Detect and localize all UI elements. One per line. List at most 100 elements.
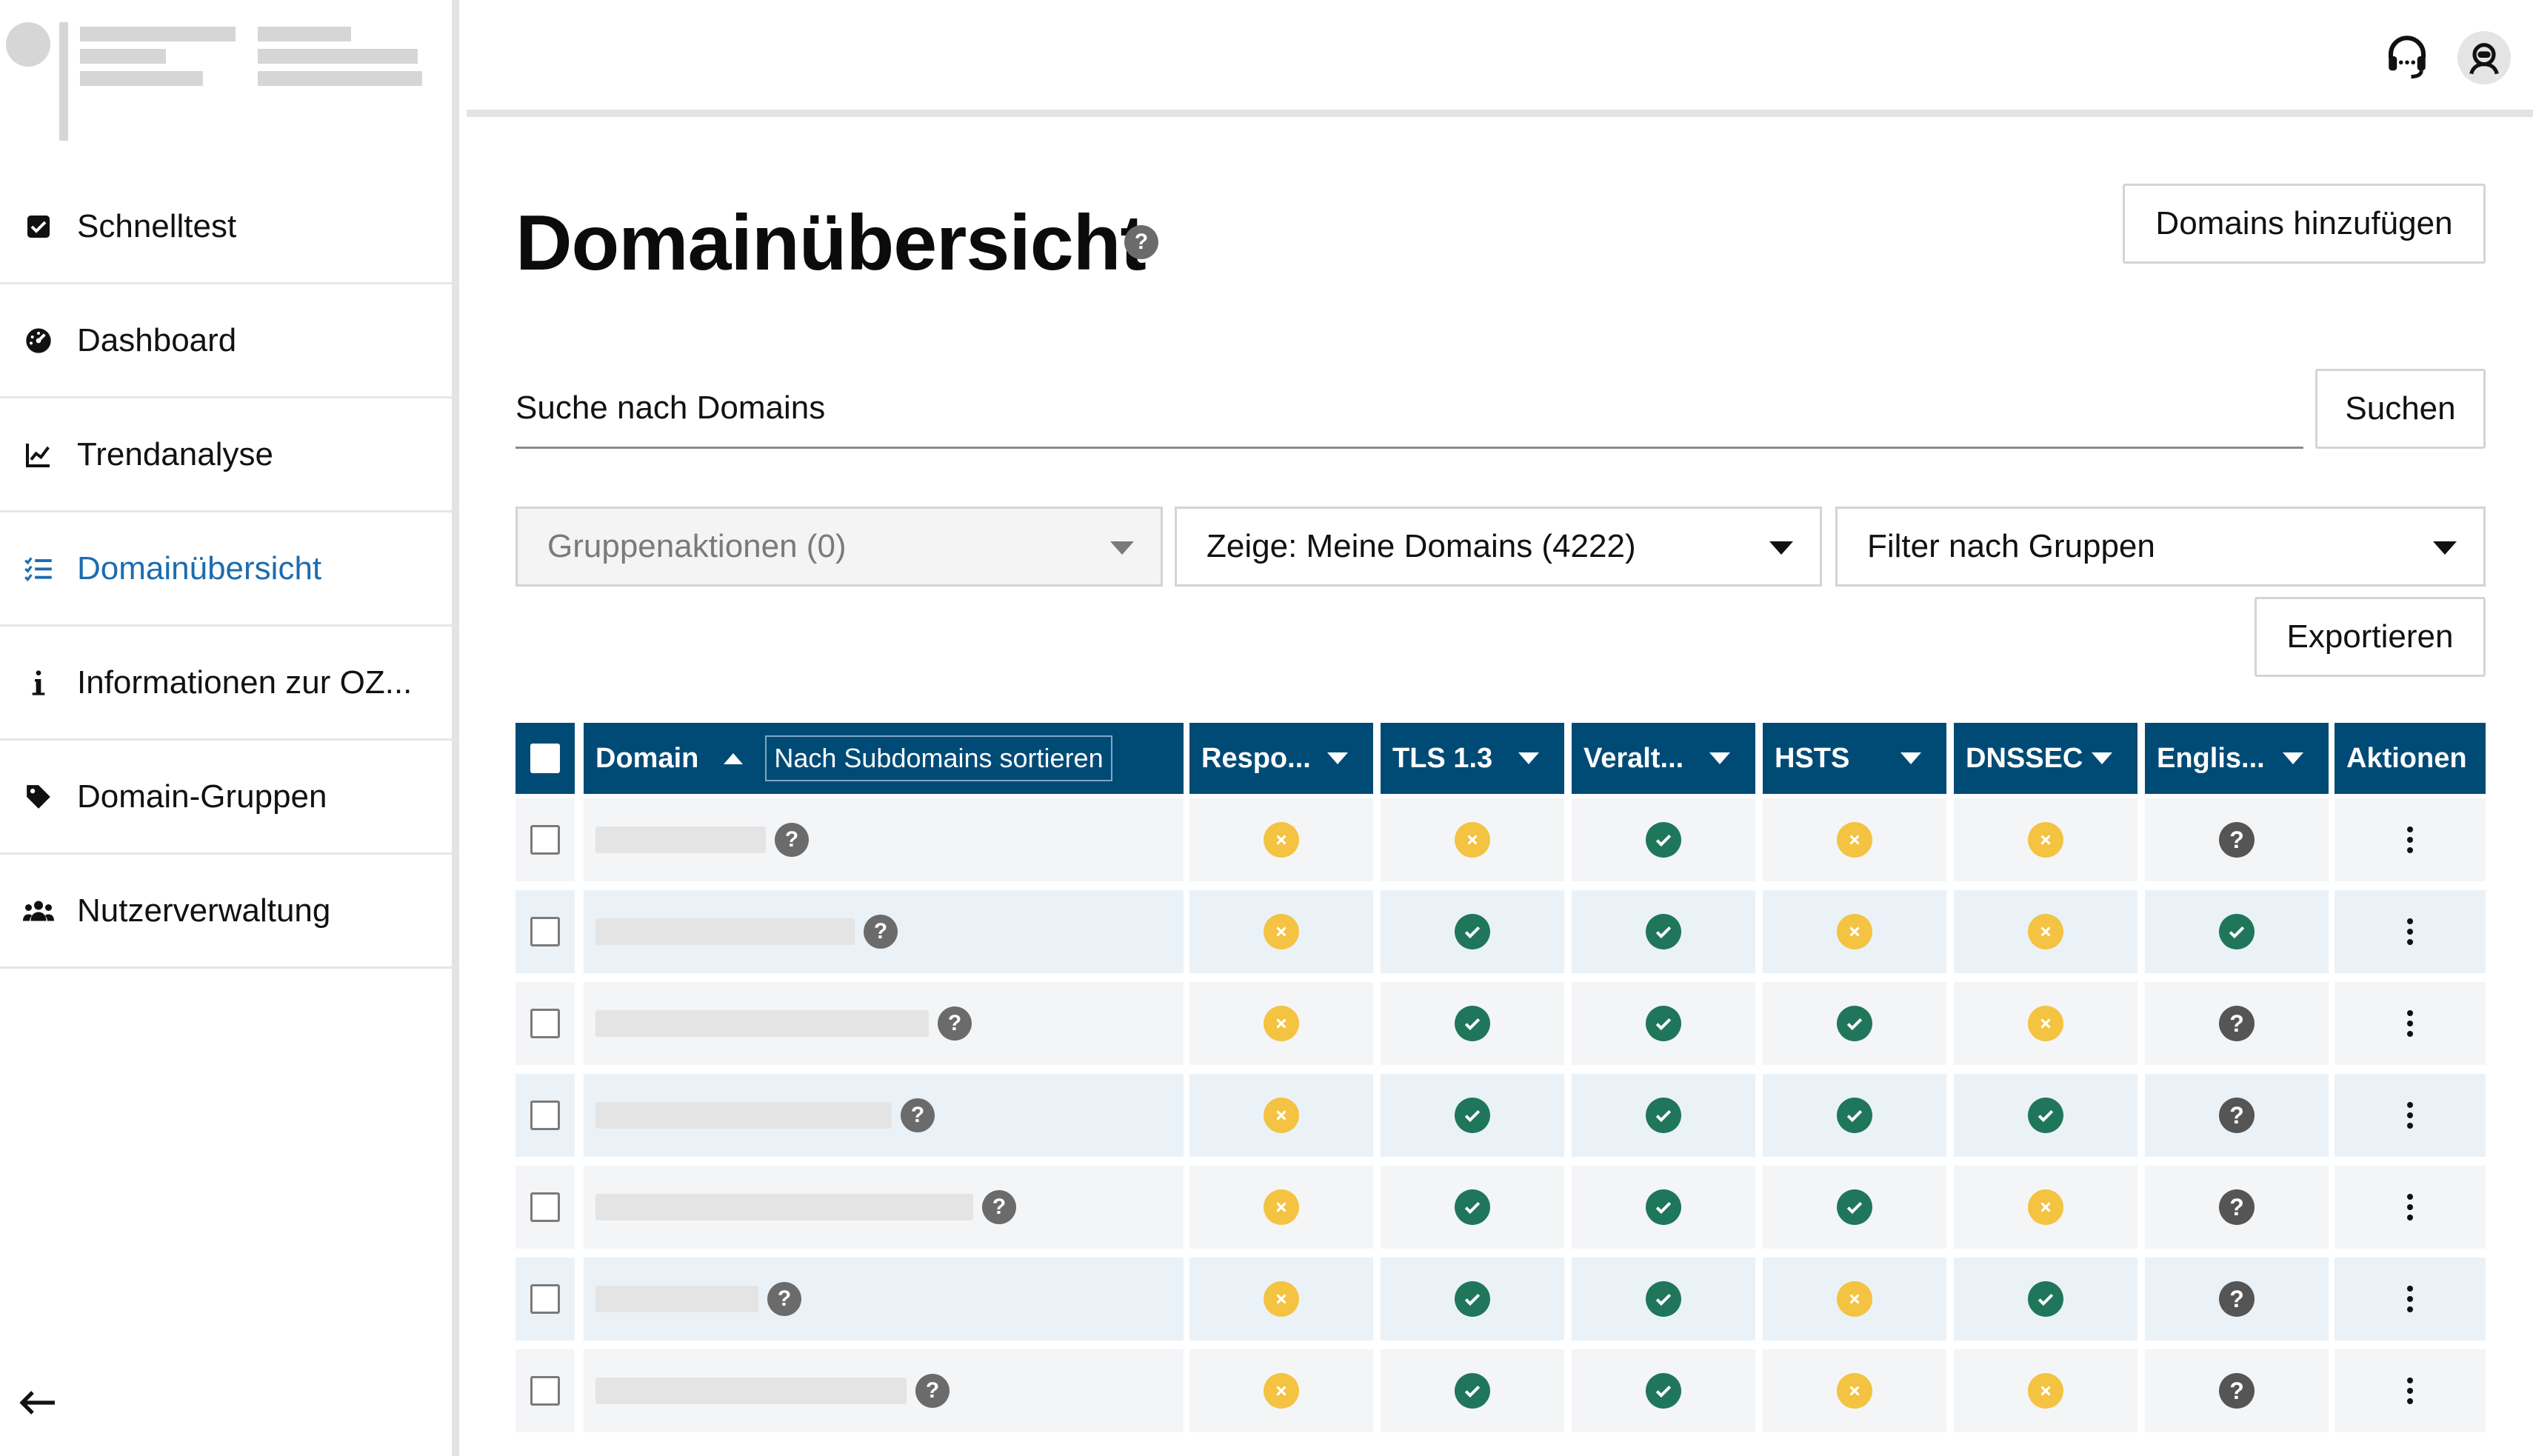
row-checkbox[interactable]	[530, 1101, 560, 1130]
search-button[interactable]: Suchen	[2315, 369, 2486, 449]
domain-help-icon[interactable]: ?	[915, 1374, 950, 1408]
x-circle-icon	[1264, 1281, 1299, 1317]
sidebar-item-schnelltest[interactable]: Schnelltest	[0, 170, 459, 284]
support-button[interactable]	[2379, 30, 2435, 86]
info-icon	[22, 667, 55, 699]
domain-help-icon[interactable]: ?	[938, 1006, 972, 1041]
check-circle-icon	[1646, 1281, 1681, 1317]
column-header-english[interactable]: Englis...	[2145, 723, 2329, 794]
domain-help-icon[interactable]: ?	[982, 1190, 1016, 1224]
check-circle-icon	[1837, 1098, 1872, 1133]
sidebar-item-dashboard[interactable]: Dashboard	[0, 284, 459, 398]
redacted-domain-name[interactable]	[595, 1102, 892, 1129]
row-checkbox[interactable]	[530, 1376, 560, 1406]
column-header-dnssec[interactable]: DNSSEC	[1954, 723, 2137, 794]
redacted-domain-name[interactable]	[595, 1286, 758, 1312]
status-cell	[1954, 1258, 2137, 1340]
add-domains-button[interactable]: Domains hinzufügen	[2123, 184, 2486, 264]
collapse-sidebar-button[interactable]	[15, 1382, 59, 1426]
user-menu-button[interactable]	[2456, 30, 2512, 86]
sidebar-item-nutzerverwaltung[interactable]: Nutzerverwaltung	[0, 855, 459, 969]
domain-cell: ?	[584, 1349, 1184, 1432]
row-checkbox[interactable]	[530, 825, 560, 855]
domain-help-icon[interactable]: ?	[901, 1098, 935, 1132]
more-vertical-icon[interactable]	[2395, 1185, 2425, 1229]
status-cell	[1572, 1258, 1755, 1340]
sidebar-item-label: Domainübersicht	[77, 550, 322, 587]
domain-help-icon[interactable]: ?	[767, 1282, 801, 1316]
row-checkbox[interactable]	[530, 1284, 560, 1314]
sidebar-item-domainuebersicht[interactable]: Domainübersicht	[0, 512, 459, 627]
check-circle-icon	[1455, 1281, 1490, 1317]
chevron-down-icon	[2283, 752, 2303, 764]
group-filter-select[interactable]: Filter nach Gruppen	[1835, 507, 2486, 587]
status-cell	[1763, 798, 1946, 881]
actions-cell	[2335, 1074, 2486, 1157]
column-domain-label: Domain	[595, 742, 699, 774]
x-circle-icon	[1264, 822, 1299, 858]
status-cell	[1954, 982, 2137, 1065]
select-all-header	[515, 723, 575, 794]
sort-by-subdomains-button[interactable]: Nach Subdomains sortieren	[765, 735, 1112, 781]
redacted-domain-name[interactable]	[595, 1377, 907, 1404]
status-cell	[1189, 1258, 1373, 1340]
check-circle-icon	[1646, 1189, 1681, 1225]
redacted-domain-name[interactable]	[595, 1010, 929, 1037]
title-help-icon[interactable]: ?	[1124, 225, 1158, 259]
actions-cell	[2335, 1349, 2486, 1432]
more-vertical-icon[interactable]	[2395, 1001, 2425, 1046]
x-circle-icon	[2028, 1189, 2063, 1225]
logo-eagle-placeholder	[6, 22, 50, 67]
more-vertical-icon[interactable]	[2395, 818, 2425, 862]
table-body: ?????????????	[515, 795, 2486, 1438]
sidebar-item-trendanalyse[interactable]: Trendanalyse	[0, 398, 459, 512]
column-header-tls13[interactable]: TLS 1.3	[1381, 723, 1564, 794]
domain-cell: ?	[584, 890, 1184, 973]
status-cell: ?	[2145, 1074, 2329, 1157]
column-header-responsible[interactable]: Respo...	[1189, 723, 1373, 794]
table-row: ??	[515, 1255, 2486, 1346]
show-domains-select[interactable]: Zeige: Meine Domains (4222)	[1175, 507, 1822, 587]
sidebar-item-label: Schnelltest	[77, 207, 237, 244]
more-vertical-icon[interactable]	[2395, 1277, 2425, 1321]
gauge-icon	[22, 324, 55, 357]
group-actions-select[interactable]: Gruppenaktionen (0)	[515, 507, 1163, 587]
x-circle-icon	[1837, 914, 1872, 949]
domain-help-icon[interactable]: ?	[864, 915, 898, 949]
top-bar	[467, 0, 2533, 117]
export-button[interactable]: Exportieren	[2255, 597, 2486, 677]
row-checkbox[interactable]	[530, 917, 560, 946]
domain-help-icon[interactable]: ?	[775, 823, 809, 857]
check-circle-icon	[1646, 914, 1681, 949]
status-cell	[1763, 1258, 1946, 1340]
status-cell	[1189, 1349, 1373, 1432]
x-circle-icon	[1264, 914, 1299, 949]
row-checkbox[interactable]	[530, 1192, 560, 1222]
check-circle-icon	[1455, 1098, 1490, 1133]
column-header-hsts[interactable]: HSTS	[1763, 723, 1946, 794]
more-vertical-icon[interactable]	[2395, 909, 2425, 954]
chevron-down-icon	[1709, 752, 1730, 764]
sidebar-item-label: Trendanalyse	[77, 435, 273, 472]
column-header-deprecated[interactable]: Veralt...	[1572, 723, 1755, 794]
check-circle-icon	[2028, 1281, 2063, 1317]
more-vertical-icon[interactable]	[2395, 1369, 2425, 1413]
x-circle-icon	[1264, 1006, 1299, 1041]
redacted-domain-name[interactable]	[595, 826, 766, 853]
redacted-domain-name[interactable]	[595, 1194, 973, 1220]
column-label: HSTS	[1775, 742, 1850, 774]
row-select-cell	[515, 1166, 575, 1249]
status-cell	[1381, 982, 1564, 1065]
sidebar-item-informationen[interactable]: Informationen zur OZ...	[0, 627, 459, 741]
status-cell	[1954, 1349, 2137, 1432]
domain-search-input[interactable]: Suche nach Domains	[515, 369, 2303, 449]
more-vertical-icon[interactable]	[2395, 1093, 2425, 1138]
row-checkbox[interactable]	[530, 1009, 560, 1038]
status-cell	[1572, 798, 1755, 881]
sidebar-item-domain-gruppen[interactable]: Domain-Gruppen	[0, 741, 459, 855]
column-header-domain[interactable]: Domain Nach Subdomains sortieren	[584, 723, 1184, 794]
chevron-down-icon	[1900, 752, 1921, 764]
headset-icon	[2383, 32, 2432, 84]
redacted-domain-name[interactable]	[595, 918, 855, 945]
select-all-checkbox[interactable]	[530, 744, 560, 773]
